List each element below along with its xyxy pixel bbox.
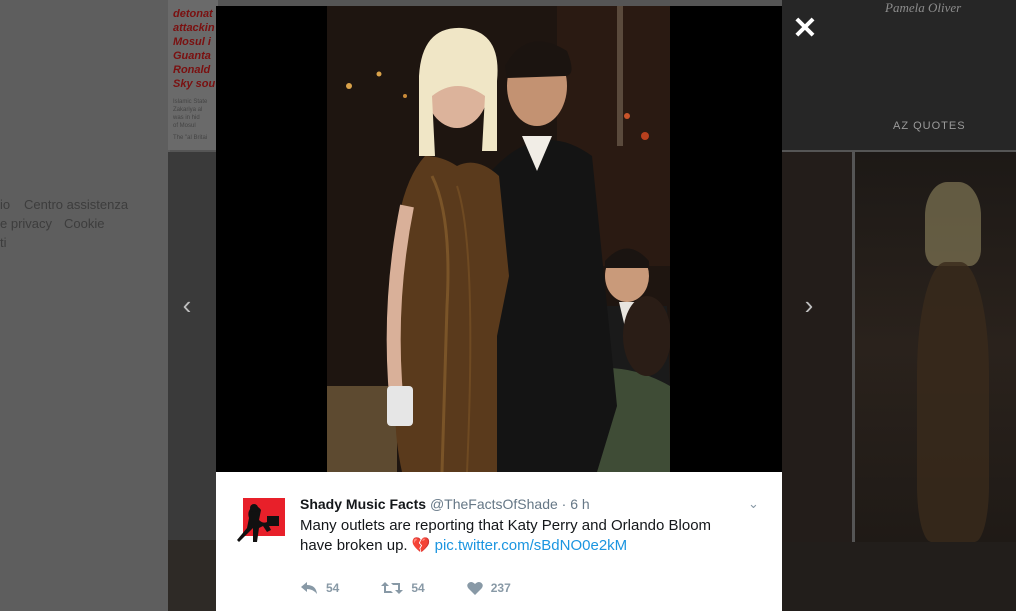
tweet-author-handle[interactable]: @TheFactsOfShade	[430, 496, 558, 512]
footer-link[interactable]: io	[0, 197, 10, 212]
news-headline-line: Sky sou	[173, 78, 216, 90]
tweet-author-name[interactable]: Shady Music Facts	[300, 496, 426, 512]
reply-count: 54	[326, 581, 340, 595]
background-photo-strip	[168, 152, 218, 542]
background-photo	[855, 152, 1016, 542]
news-headline-line: detonat	[173, 8, 213, 20]
news-headline-line: Guanta	[173, 50, 211, 62]
retweet-count: 54	[411, 581, 425, 595]
retweet-button[interactable]: 54	[381, 581, 425, 595]
news-headline-line: Mosul i	[173, 36, 211, 48]
chevron-down-icon: ⌄	[748, 496, 759, 511]
tweet-text: Many outlets are reporting that Katy Per…	[300, 516, 740, 556]
tweet-actions: 54 54 237	[300, 578, 511, 598]
next-photo-button[interactable]: ›	[797, 290, 821, 320]
background-sidebar	[0, 0, 170, 611]
close-icon: ✕	[792, 12, 818, 45]
background-photo-strip	[168, 540, 218, 611]
news-headline-line: Ronald	[173, 64, 211, 76]
tweet-more-menu-button[interactable]: ⌄	[748, 496, 759, 512]
like-count: 237	[490, 581, 511, 595]
tweet-card: Shady Music Facts @TheFactsOfShade · 6 h…	[216, 472, 782, 611]
photo-illustration	[327, 6, 670, 472]
avatar[interactable]	[237, 498, 287, 548]
reply-icon	[301, 582, 317, 594]
news-body-text: Islamic State Zakariya al was in hid of …	[173, 99, 208, 141]
chevron-left-icon: ‹	[182, 290, 192, 320]
footer-link[interactable]: ti	[0, 235, 7, 250]
background-photo	[782, 542, 1016, 611]
news-headline-line: attackin	[173, 22, 215, 34]
quote-brand-logo: AZ QUOTES	[893, 120, 966, 132]
tweet-separator: ·	[557, 496, 571, 512]
gallery-photo[interactable]	[327, 6, 670, 472]
background-photo	[782, 152, 852, 542]
tweet-header: Shady Music Facts @TheFactsOfShade · 6 h	[300, 496, 590, 512]
footer-link-privacy[interactable]: e privacy	[0, 216, 52, 231]
broken-heart-emoji-icon: 💔	[411, 537, 431, 554]
footer-link-cookie[interactable]: Cookie	[64, 216, 104, 231]
tweet-media-link[interactable]: pic.twitter.com/sBdNO0e2kM	[435, 537, 628, 554]
previous-photo-button[interactable]: ‹	[175, 290, 199, 320]
reply-button[interactable]: 54	[300, 581, 339, 595]
footer-link-help-center[interactable]: Centro assistenza	[24, 197, 128, 212]
quote-author: Pamela Oliver	[885, 0, 962, 15]
avatar-logo-icon	[237, 498, 285, 542]
retweet-icon	[381, 582, 404, 594]
tweet-timestamp[interactable]: 6 h	[570, 496, 589, 512]
close-gallery-button[interactable]: ✕	[790, 14, 820, 44]
heart-icon	[466, 581, 483, 595]
like-button[interactable]: 237	[466, 581, 511, 595]
chevron-right-icon: ›	[804, 290, 814, 320]
